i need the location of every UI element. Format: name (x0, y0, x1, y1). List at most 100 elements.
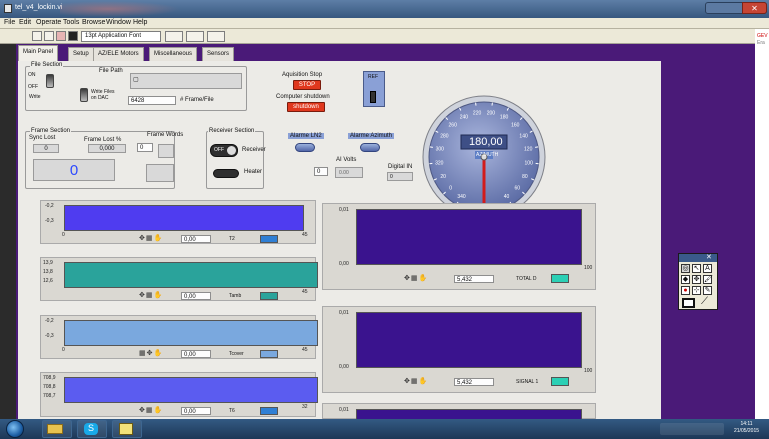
close-button[interactable]: ✕ (742, 2, 767, 14)
acq-stop-label: Aquisition Stop (282, 72, 323, 78)
color-copy-icon[interactable] (682, 298, 695, 308)
heater-label: Heater (244, 169, 263, 175)
y-tick-label: 13,9 (43, 260, 53, 266)
frame-words-input[interactable]: 0 (137, 143, 153, 152)
y-tick-label: 13,8 (43, 269, 53, 275)
y-tick-label: 0,01 (339, 207, 349, 213)
graph-palette-icons[interactable]: ▦✥✋ (139, 349, 163, 357)
x-tick-end: 45 (302, 289, 308, 295)
align-dropdown[interactable] (165, 31, 183, 42)
tab-sensors[interactable]: Sensors (202, 47, 235, 61)
start-button[interactable] (6, 420, 24, 438)
y-tick-label: 12,6 (43, 278, 53, 284)
heater-switch[interactable] (213, 169, 239, 178)
wire-tool-icon[interactable]: ◆ (681, 275, 690, 284)
plot-legend-icon[interactable] (260, 407, 278, 415)
auto-tool-icon[interactable]: ◎ (681, 264, 690, 273)
scroll-tool-icon[interactable]: ✥ (692, 275, 701, 284)
gauge-tick-label: 0 (449, 185, 452, 191)
graph-palette-icons[interactable]: ✥▦✋ (139, 234, 163, 242)
gauge-tick-label: 80 (522, 174, 528, 180)
menu-browse[interactable]: Browse (82, 19, 105, 26)
shutdown-button[interactable]: shutdown (287, 102, 325, 112)
tab-main-panel[interactable]: Main Panel (18, 45, 59, 61)
x-tick-label: 0 (62, 232, 65, 238)
menu-edit[interactable]: Edit (19, 19, 31, 26)
azimuth-gauge: 340 0 20 320 300 280 260 240 220 200 180 160 140 120 1… (421, 95, 547, 219)
tab-setup[interactable]: Setup (68, 47, 94, 61)
menu-file[interactable]: File (4, 19, 15, 26)
plot-legend-icon[interactable] (260, 350, 278, 358)
plot-legend-icon[interactable] (260, 235, 278, 243)
graph-palette-icons[interactable]: ✥▦✋ (404, 274, 428, 282)
text-tool-icon[interactable]: A (703, 264, 712, 273)
brush-icon[interactable]: ⟋ (701, 296, 708, 307)
frames-per-file-input[interactable]: 6428 (128, 96, 176, 105)
toolbar: 13pt Application Font (0, 29, 769, 44)
clock-date: 21/05/2015 (734, 428, 760, 434)
y-tick-label: 0,01 (339, 310, 349, 316)
receiver-section-title: Receiver Section (208, 128, 256, 134)
menu-window[interactable]: Window (106, 19, 131, 26)
series-name: TOTAL D (516, 276, 537, 282)
tab-az-ele-motors[interactable]: AZ/ELE Motors (93, 47, 144, 61)
ai-channel-input[interactable]: 0 (314, 167, 328, 176)
gauge-tick-label: 220 (473, 111, 482, 117)
sync-lost-label: Sync Lost (29, 135, 56, 141)
write-files-label: Write Files on DAC (91, 89, 115, 101)
chart-tcover: -0,2 -0,3 0 45 ▦✥✋ 0,00 Tcover (40, 315, 318, 359)
color-tool-icon[interactable]: 🖌 (703, 275, 713, 284)
ref-slider-thumb[interactable] (370, 91, 376, 103)
tab-bar: Main Panel Setup AZ/ELE Motors Miscellan… (16, 44, 755, 61)
chart-plot-area (64, 205, 304, 231)
taskbar-clock[interactable]: 14:11 21/05/2015 (734, 421, 759, 435)
plot-legend-icon[interactable] (260, 292, 278, 300)
operate-tool-icon[interactable]: ↖ (692, 264, 701, 273)
series-name: T2 (229, 236, 235, 242)
chart-t2: -0,2 -0,3 0 45 ✥▦✋ 0,00 T2 (40, 200, 316, 244)
gauge-tick-label: 60 (515, 185, 521, 191)
palette-close-icon[interactable]: ✕ (706, 253, 712, 261)
window-title: tel_v4_lockin.vi (15, 4, 63, 11)
distribute-dropdown[interactable] (186, 31, 204, 42)
breakpoint-tool-icon[interactable]: ● (681, 286, 690, 295)
menu-operate[interactable]: Operate (36, 19, 61, 26)
font-selector[interactable]: 13pt Application Font (81, 31, 161, 42)
title-glow (60, 1, 180, 17)
ai-volts-value: 0.00 (335, 167, 363, 178)
tab-miscellaneous[interactable]: Miscellaneous (149, 47, 198, 61)
system-tray[interactable] (660, 423, 724, 435)
graph-palette-icons[interactable]: ✥▦✋ (404, 377, 428, 385)
gauge-tick-label: 40 (504, 194, 510, 200)
y-tick-label: 708,9 (43, 375, 56, 381)
frame-lost-value: 0,000 (88, 144, 126, 153)
alarm-ln2-led (295, 143, 315, 152)
pause-icon[interactable] (68, 31, 78, 41)
write-toggle[interactable] (46, 74, 54, 88)
graph-palette-icons[interactable]: ✥▦✋ (139, 291, 163, 299)
stop-button[interactable]: STOP (293, 80, 321, 90)
menu-help[interactable]: Help (133, 19, 147, 26)
menu-tools[interactable]: Tools (63, 19, 79, 26)
gauge-tick-label: 320 (435, 161, 444, 167)
right-error-text-2: Era (757, 40, 765, 46)
graph-palette-icons[interactable]: ✥▦✋ (139, 406, 163, 414)
run-arrow-icon[interactable] (32, 31, 42, 41)
plot-legend-icon[interactable] (551, 377, 569, 386)
chart-value: 0,00 (181, 235, 211, 243)
path-browse-icon[interactable]: ▢ (133, 76, 139, 83)
chart-plot-area (356, 312, 582, 368)
probe-tool-icon[interactable]: ⊹ (692, 286, 701, 295)
reorder-dropdown[interactable] (207, 31, 225, 42)
gauge-tick-label: 120 (524, 147, 533, 153)
tools-palette: ✕ ◎ ↖ A ◆ ✥ 🖌 ● ⊹ ✎ ⟋ (678, 253, 718, 310)
y-tick-label: -0,3 (45, 333, 54, 339)
x-tick-end: 100 (584, 265, 593, 271)
abort-icon[interactable] (56, 31, 66, 41)
run-continuous-icon[interactable] (44, 31, 54, 41)
plot-legend-icon[interactable] (551, 274, 569, 283)
write-files-toggle[interactable] (80, 88, 88, 102)
pen-tool-icon[interactable]: ✎ (703, 286, 712, 295)
file-path-field[interactable] (130, 73, 242, 89)
chart-total-d: 0,01 0,00 100 ✥▦✋ 5,432 TOTAL D (322, 203, 596, 290)
